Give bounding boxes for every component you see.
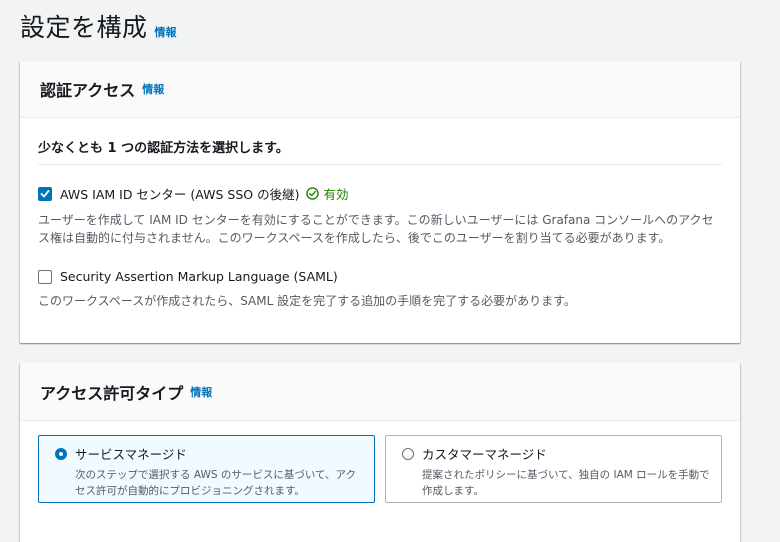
auth-access-title: 認証アクセス	[40, 81, 136, 100]
iam-identity-center-checkbox[interactable]	[38, 186, 52, 201]
tile-content: サービスマネージド 次のステップで選択する AWS のサービスに基づいて、アクセ…	[75, 444, 364, 502]
iam-identity-center-description: ユーザーを作成して IAM ID センターを有効にすることができます。この新しい…	[38, 213, 714, 245]
service-managed-label: サービスマネージド	[75, 447, 187, 462]
saml-description: このワークスペースが作成されたら、SAML 設定を完了する追加の手順を完了する必…	[38, 294, 576, 308]
auth-access-body: 少なくとも 1 つの認証方法を選択します。 AWS IAM ID センター (A…	[20, 118, 740, 310]
page-title: 設定を構成	[20, 13, 148, 42]
auth-option-saml[interactable]: Security Assertion Markup Language (SAML…	[38, 269, 722, 284]
service-managed-radio[interactable]	[55, 448, 67, 460]
tile-customer-managed[interactable]: カスタマーマネージド 提案されたポリシーに基づいて、独自の IAM ロールを手動…	[385, 435, 722, 503]
customer-managed-label: カスタマーマネージド	[422, 447, 547, 462]
success-check-circle-icon	[306, 187, 320, 200]
status-text: 有効	[323, 187, 349, 202]
service-managed-description: 次のステップで選択する AWS のサービスに基づいて、アクセス許可が自動的にプロ…	[75, 469, 356, 497]
permission-type-header: アクセス許可タイプ 情報	[20, 363, 740, 421]
auth-access-info-link[interactable]: 情報	[142, 81, 164, 97]
permission-type-panel: アクセス許可タイプ 情報 サービスマネージド 次のステップで選択する AWS の…	[20, 363, 740, 542]
tile-content: カスタマーマネージド 提案されたポリシーに基づいて、独自の IAM ロールを手動…	[422, 444, 711, 502]
page-info-link[interactable]: 情報	[155, 24, 177, 40]
auth-method-heading: 少なくとも 1 つの認証方法を選択します。	[38, 118, 722, 165]
permission-type-title: アクセス許可タイプ	[40, 383, 184, 403]
auth-access-panel: 認証アクセス 情報 少なくとも 1 つの認証方法を選択します。 AWS IAM …	[20, 61, 740, 343]
iam-identity-center-label: AWS IAM ID センター (AWS SSO の後継)	[60, 187, 300, 202]
customer-managed-description: 提案されたポリシーに基づいて、独自の IAM ロールを手動で作成します。	[422, 469, 710, 497]
checkmark-icon	[40, 189, 50, 197]
page-header: 設定を構成 情報	[20, 8, 177, 44]
status-indicator: 有効	[306, 184, 348, 203]
saml-checkbox[interactable]	[38, 269, 52, 284]
permission-type-tiles: サービスマネージド 次のステップで選択する AWS のサービスに基づいて、アクセ…	[38, 435, 722, 503]
auth-access-header: 認証アクセス 情報	[20, 61, 740, 118]
auth-option-iam-identity-center[interactable]: AWS IAM ID センター (AWS SSO の後継) 有効	[38, 184, 722, 203]
saml-label: Security Assertion Markup Language (SAML…	[60, 269, 338, 284]
permission-type-info-link[interactable]: 情報	[190, 384, 212, 400]
tile-service-managed[interactable]: サービスマネージド 次のステップで選択する AWS のサービスに基づいて、アクセ…	[38, 435, 375, 503]
customer-managed-radio[interactable]	[402, 448, 414, 460]
